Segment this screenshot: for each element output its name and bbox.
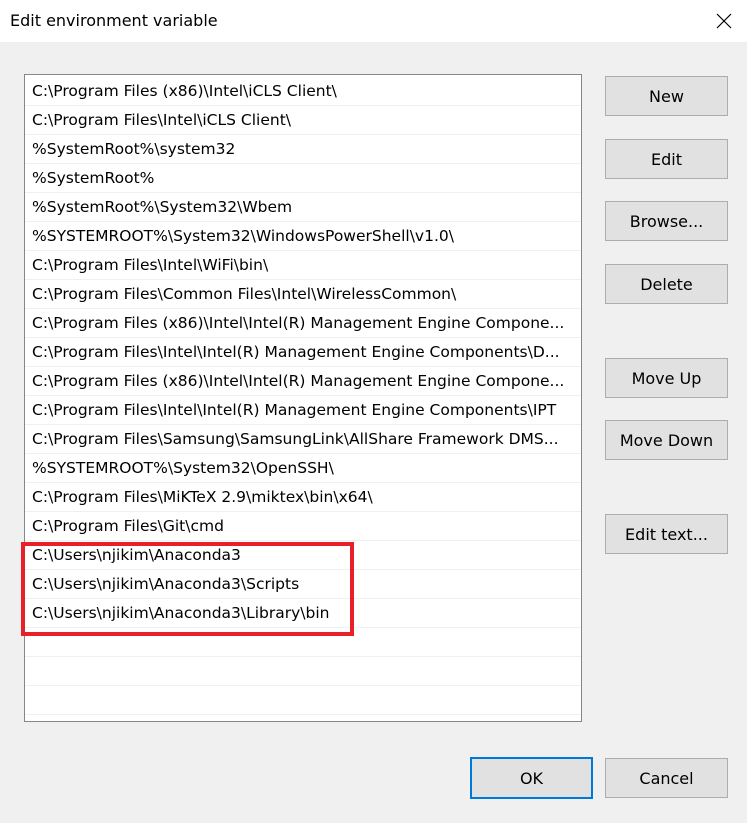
list-item[interactable]: C:\Program Files (x86)\Intel\iCLS Client…: [25, 77, 581, 106]
list-item[interactable]: C:\Program Files\MiKTeX 2.9\miktex\bin\x…: [25, 483, 581, 512]
delete-button[interactable]: Delete: [605, 264, 728, 304]
browse-button[interactable]: Browse...: [605, 201, 728, 241]
close-button[interactable]: [700, 0, 747, 42]
list-item[interactable]: C:\Program Files\Intel\Intel(R) Manageme…: [25, 338, 581, 367]
list-item[interactable]: C:\Program Files\Intel\Intel(R) Manageme…: [25, 396, 581, 425]
list-item[interactable]: %SystemRoot%\System32\Wbem: [25, 193, 581, 222]
list-item[interactable]: %SYSTEMROOT%\System32\OpenSSH\: [25, 454, 581, 483]
list-item[interactable]: C:\Program Files\Intel\WiFi\bin\: [25, 251, 581, 280]
list-item[interactable]: %SystemRoot%\system32: [25, 135, 581, 164]
list-item[interactable]: C:\Program Files\Intel\iCLS Client\: [25, 106, 581, 135]
list-item[interactable]: C:\Users\njikim\Anaconda3\Library\bin: [25, 599, 581, 628]
edit-environment-variable-dialog: Edit environment variable C:\Program Fil…: [0, 0, 747, 823]
edit-button[interactable]: Edit: [605, 139, 728, 179]
list-item[interactable]: C:\Program Files (x86)\Intel\Intel(R) Ma…: [25, 367, 581, 396]
list-item[interactable]: [25, 657, 581, 686]
list-item[interactable]: C:\Users\njikim\Anaconda3\Scripts: [25, 570, 581, 599]
title-bar: Edit environment variable: [0, 0, 747, 42]
move-up-button[interactable]: Move Up: [605, 358, 728, 398]
list-item[interactable]: %SystemRoot%: [25, 164, 581, 193]
list-item[interactable]: C:\Program Files\Samsung\SamsungLink\All…: [25, 425, 581, 454]
list-item[interactable]: C:\Program Files\Common Files\Intel\Wire…: [25, 280, 581, 309]
list-item[interactable]: C:\Users\njikim\Anaconda3: [25, 541, 581, 570]
move-down-button[interactable]: Move Down: [605, 420, 728, 460]
ok-button[interactable]: OK: [470, 757, 593, 799]
edit-text-button[interactable]: Edit text...: [605, 514, 728, 554]
close-icon: [716, 13, 731, 29]
list-item[interactable]: [25, 628, 581, 657]
cancel-button[interactable]: Cancel: [605, 758, 728, 798]
new-button[interactable]: New: [605, 76, 728, 116]
list-item[interactable]: C:\Program Files\Git\cmd: [25, 512, 581, 541]
list-item[interactable]: [25, 686, 581, 715]
path-list[interactable]: C:\Program Files (x86)\Intel\iCLS Client…: [24, 74, 582, 722]
window-title: Edit environment variable: [10, 11, 218, 30]
list-item[interactable]: C:\Program Files (x86)\Intel\Intel(R) Ma…: [25, 309, 581, 338]
list-item[interactable]: %SYSTEMROOT%\System32\WindowsPowerShell\…: [25, 222, 581, 251]
